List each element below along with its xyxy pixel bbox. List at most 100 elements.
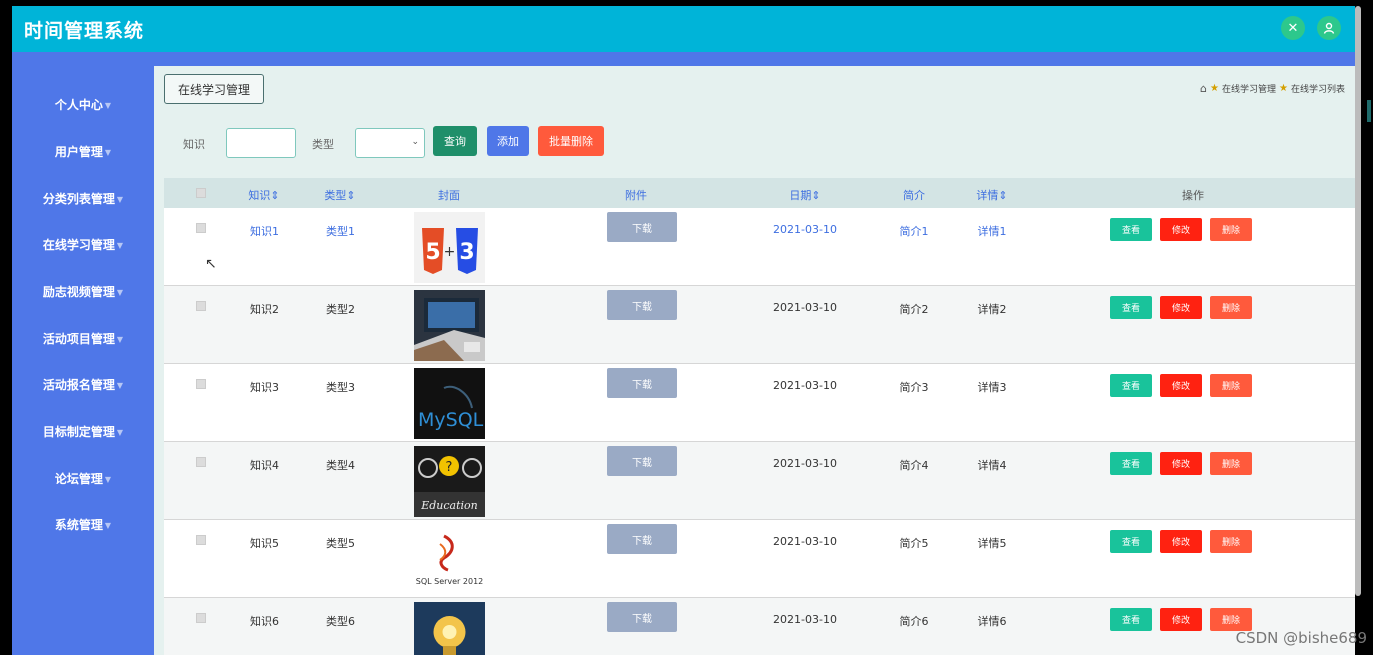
breadcrumb-item[interactable]: 在线学习列表 [1291, 82, 1345, 95]
cell-details: 详情2 [977, 303, 1007, 316]
row-checkbox[interactable] [196, 223, 206, 233]
download-button[interactable]: 下载 [607, 524, 677, 554]
th-cover: 封面 [438, 189, 460, 202]
user-icon[interactable] [1317, 16, 1341, 40]
sidebar-item-label: 励志视频管理 [42, 285, 115, 299]
cover-image: ? Education [414, 446, 485, 517]
view-button[interactable]: 查看 [1110, 296, 1152, 319]
edit-button[interactable]: 修改 [1160, 374, 1202, 397]
breadcrumb: ⌂ ★ 在线学习管理 ★ 在线学习列表 [1200, 82, 1345, 95]
knowledge-input[interactable] [226, 128, 296, 158]
download-button[interactable]: 下载 [607, 602, 677, 632]
cover-image [414, 602, 485, 655]
sidebar-item-label: 分类列表管理 [42, 192, 115, 206]
header-icons: ✕ [1281, 16, 1341, 40]
th-details[interactable]: 详情⇕ [976, 187, 1007, 203]
row-checkbox[interactable] [196, 301, 206, 311]
cover-image: SQL Server 2012 [414, 524, 485, 595]
cell-type: 类型3 [326, 381, 355, 394]
delete-button[interactable]: 删除 [1210, 374, 1252, 397]
add-button[interactable]: 添加 [487, 126, 529, 156]
cell-details: 详情3 [977, 381, 1007, 394]
delete-button[interactable]: 删除 [1210, 296, 1252, 319]
star-icon: ★ [1210, 83, 1219, 94]
chevron-down-icon: ▼ [104, 475, 112, 484]
chevron-down-icon: ▼ [104, 101, 112, 110]
edit-button[interactable]: 修改 [1160, 452, 1202, 475]
cell-summary: 简介2 [899, 303, 929, 316]
cell-type: 类型1 [326, 225, 355, 238]
row-checkbox[interactable] [196, 535, 206, 545]
cover-image [414, 290, 485, 361]
sidebar-item-label: 活动项目管理 [42, 332, 115, 346]
edit-button[interactable]: 修改 [1160, 296, 1202, 319]
view-button[interactable]: 查看 [1110, 608, 1152, 631]
tab-online-learning[interactable]: 在线学习管理 [164, 74, 264, 104]
edit-button[interactable]: 修改 [1160, 608, 1202, 631]
cell-details: 详情5 [977, 537, 1007, 550]
sidebar-item-label: 个人中心 [54, 98, 103, 112]
view-button[interactable]: 查看 [1110, 452, 1152, 475]
sidebar-item-activities[interactable]: 活动项目管理 ▼ [12, 330, 154, 347]
cover-image: 5 + 3 [414, 212, 485, 283]
view-button[interactable]: 查看 [1110, 530, 1152, 553]
sidebar-item-videos[interactable]: 励志视频管理 ▼ [12, 283, 154, 300]
delete-button[interactable]: 删除 [1210, 608, 1252, 631]
row-checkbox[interactable] [196, 379, 206, 389]
query-button[interactable]: 查询 [433, 126, 477, 156]
th-knowledge[interactable]: 知识⇕ [248, 187, 279, 203]
select-all-checkbox[interactable] [196, 188, 206, 198]
row-checkbox[interactable] [196, 457, 206, 467]
sidebar-item-profile[interactable]: 个人中心 ▼ [12, 96, 154, 113]
chevron-down-icon: ▼ [116, 381, 124, 390]
table-row: 知识3 类型3 MySQL 下载 2021-03-10 简介3 详情3 查看 修… [164, 364, 1355, 442]
sidebar-item-registrations[interactable]: 活动报名管理 ▼ [12, 376, 154, 393]
chevron-down-icon: ▼ [104, 148, 112, 157]
app-title: 时间管理系统 [24, 19, 145, 42]
th-actions: 操作 [1182, 189, 1204, 202]
download-button[interactable]: 下载 [607, 290, 677, 320]
header-strip [12, 52, 1355, 66]
sidebar-item-online-learning[interactable]: 在线学习管理 ▼ [12, 236, 154, 253]
download-button[interactable]: 下载 [607, 212, 677, 242]
sidebar-item-categories[interactable]: 分类列表管理 ▼ [12, 190, 154, 207]
home-icon[interactable]: ⌂ [1200, 82, 1207, 95]
cell-date: 2021-03-10 [773, 457, 837, 470]
sidebar-item-users[interactable]: 用户管理 ▼ [12, 143, 154, 160]
expand-icon[interactable]: ✕ [1281, 16, 1305, 40]
delete-button[interactable]: 删除 [1210, 530, 1252, 553]
cell-type: 类型6 [326, 615, 355, 628]
svg-text:3: 3 [459, 240, 474, 265]
top-header: 时间管理系统 ✕ [12, 6, 1355, 52]
row-checkbox[interactable] [196, 613, 206, 623]
sidebar-item-system[interactable]: 系统管理 ▼ [12, 516, 154, 533]
svg-text:MySQL: MySQL [418, 409, 484, 431]
edit-button[interactable]: 修改 [1160, 530, 1202, 553]
download-button[interactable]: 下载 [607, 446, 677, 476]
delete-button[interactable]: 删除 [1210, 218, 1252, 241]
page-scrollbar[interactable] [1355, 6, 1361, 596]
cell-date: 2021-03-10 [773, 379, 837, 392]
download-button[interactable]: 下载 [607, 368, 677, 398]
view-button[interactable]: 查看 [1110, 374, 1152, 397]
type-label: 类型 [312, 138, 334, 151]
view-button[interactable]: 查看 [1110, 218, 1152, 241]
chevron-down-icon: ⌄ [411, 137, 419, 147]
mouse-cursor-icon: ↖ [205, 256, 217, 272]
svg-text:SQL Server 2012: SQL Server 2012 [416, 577, 484, 586]
th-type[interactable]: 类型⇕ [324, 187, 355, 203]
svg-text:Education: Education [420, 499, 478, 512]
cell-summary: 简介4 [899, 459, 929, 472]
breadcrumb-item[interactable]: 在线学习管理 [1222, 82, 1276, 95]
type-select[interactable]: ⌄ [355, 128, 425, 158]
table-row: 知识6 类型6 下载 2021-03-10 简介6 详情6 查看 修改 删除 [164, 598, 1355, 655]
chevron-down-icon: ▼ [116, 335, 124, 344]
sidebar-item-goals[interactable]: 目标制定管理 ▼ [12, 423, 154, 440]
delete-button[interactable]: 删除 [1210, 452, 1252, 475]
edit-button[interactable]: 修改 [1160, 218, 1202, 241]
cell-summary: 简介1 [899, 225, 929, 238]
batch-delete-button[interactable]: 批量删除 [538, 126, 604, 156]
star-icon: ★ [1279, 83, 1288, 94]
th-date[interactable]: 日期⇕ [789, 187, 820, 203]
sidebar-item-forum[interactable]: 论坛管理 ▼ [12, 470, 154, 487]
